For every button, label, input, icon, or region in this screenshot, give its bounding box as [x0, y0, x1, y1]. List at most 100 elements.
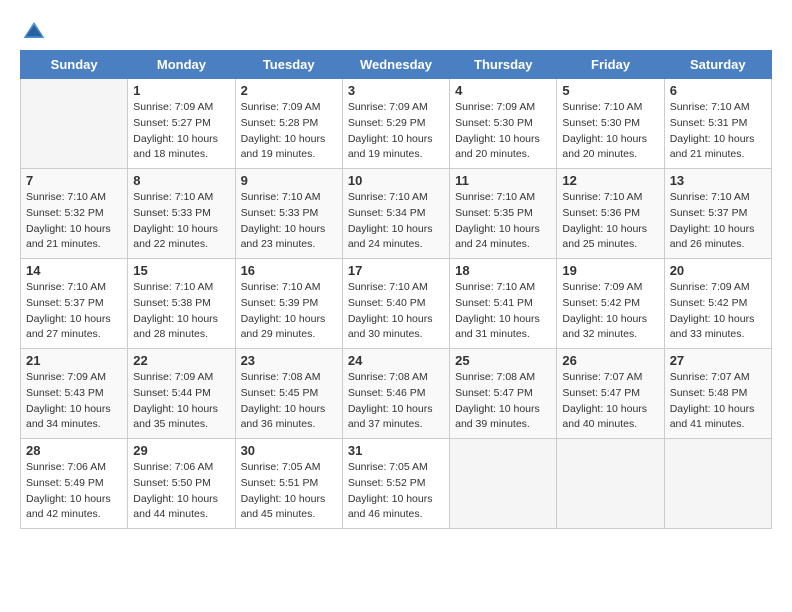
day-info: Sunrise: 7:10 AM Sunset: 5:33 PM Dayligh… [241, 190, 337, 253]
calendar-cell: 25 Sunrise: 7:08 AM Sunset: 5:47 PM Dayli… [450, 349, 557, 439]
day-number: 29 [133, 443, 229, 458]
calendar-cell: 12 Sunrise: 7:10 AM Sunset: 5:36 PM Dayli… [557, 169, 664, 259]
day-number: 15 [133, 263, 229, 278]
calendar-cell [557, 439, 664, 529]
day-number: 9 [241, 173, 337, 188]
day-number: 12 [562, 173, 658, 188]
calendar-cell: 1 Sunrise: 7:09 AM Sunset: 5:27 PM Daylig… [128, 79, 235, 169]
day-number: 18 [455, 263, 551, 278]
header [20, 20, 772, 40]
calendar-cell: 5 Sunrise: 7:10 AM Sunset: 5:30 PM Daylig… [557, 79, 664, 169]
header-cell-wednesday: Wednesday [342, 51, 449, 79]
week-row-5: 28 Sunrise: 7:06 AM Sunset: 5:49 PM Dayli… [21, 439, 772, 529]
day-number: 4 [455, 83, 551, 98]
day-info: Sunrise: 7:10 AM Sunset: 5:37 PM Dayligh… [26, 280, 122, 343]
calendar-cell: 19 Sunrise: 7:09 AM Sunset: 5:42 PM Dayli… [557, 259, 664, 349]
day-number: 17 [348, 263, 444, 278]
day-info: Sunrise: 7:05 AM Sunset: 5:51 PM Dayligh… [241, 460, 337, 523]
calendar-cell: 10 Sunrise: 7:10 AM Sunset: 5:34 PM Dayli… [342, 169, 449, 259]
day-info: Sunrise: 7:06 AM Sunset: 5:50 PM Dayligh… [133, 460, 229, 523]
day-info: Sunrise: 7:08 AM Sunset: 5:47 PM Dayligh… [455, 370, 551, 433]
day-info: Sunrise: 7:09 AM Sunset: 5:29 PM Dayligh… [348, 100, 444, 163]
calendar-cell: 3 Sunrise: 7:09 AM Sunset: 5:29 PM Daylig… [342, 79, 449, 169]
calendar-cell: 17 Sunrise: 7:10 AM Sunset: 5:40 PM Dayli… [342, 259, 449, 349]
day-number: 2 [241, 83, 337, 98]
calendar-cell [21, 79, 128, 169]
calendar-table: SundayMondayTuesdayWednesdayThursdayFrid… [20, 50, 772, 529]
day-info: Sunrise: 7:10 AM Sunset: 5:41 PM Dayligh… [455, 280, 551, 343]
day-info: Sunrise: 7:08 AM Sunset: 5:46 PM Dayligh… [348, 370, 444, 433]
day-info: Sunrise: 7:09 AM Sunset: 5:42 PM Dayligh… [562, 280, 658, 343]
calendar-cell: 9 Sunrise: 7:10 AM Sunset: 5:33 PM Daylig… [235, 169, 342, 259]
header-cell-friday: Friday [557, 51, 664, 79]
calendar-body: 1 Sunrise: 7:09 AM Sunset: 5:27 PM Daylig… [21, 79, 772, 529]
day-number: 3 [348, 83, 444, 98]
week-row-3: 14Sunrise: 7:10 AM Sunset: 5:37 PM Dayli… [21, 259, 772, 349]
day-number: 21 [26, 353, 122, 368]
day-number: 22 [133, 353, 229, 368]
day-info: Sunrise: 7:10 AM Sunset: 5:32 PM Dayligh… [26, 190, 122, 253]
calendar-cell: 29 Sunrise: 7:06 AM Sunset: 5:50 PM Dayli… [128, 439, 235, 529]
day-info: Sunrise: 7:08 AM Sunset: 5:45 PM Dayligh… [241, 370, 337, 433]
day-number: 27 [670, 353, 766, 368]
calendar-cell: 16Sunrise: 7:10 AM Sunset: 5:39 PM Dayli… [235, 259, 342, 349]
day-info: Sunrise: 7:09 AM Sunset: 5:43 PM Dayligh… [26, 370, 122, 433]
calendar-cell: 18 Sunrise: 7:10 AM Sunset: 5:41 PM Dayli… [450, 259, 557, 349]
day-number: 5 [562, 83, 658, 98]
day-number: 23 [241, 353, 337, 368]
calendar-cell: 26 Sunrise: 7:07 AM Sunset: 5:47 PM Dayli… [557, 349, 664, 439]
day-info: Sunrise: 7:10 AM Sunset: 5:31 PM Dayligh… [670, 100, 766, 163]
day-number: 26 [562, 353, 658, 368]
day-number: 24 [348, 353, 444, 368]
logo-icon [22, 20, 46, 40]
day-number: 16 [241, 263, 337, 278]
day-number: 1 [133, 83, 229, 98]
day-number: 25 [455, 353, 551, 368]
day-info: Sunrise: 7:10 AM Sunset: 5:30 PM Dayligh… [562, 100, 658, 163]
calendar-cell: 23 Sunrise: 7:08 AM Sunset: 5:45 PM Dayli… [235, 349, 342, 439]
day-info: Sunrise: 7:10 AM Sunset: 5:40 PM Dayligh… [348, 280, 444, 343]
header-cell-tuesday: Tuesday [235, 51, 342, 79]
day-info: Sunrise: 7:10 AM Sunset: 5:33 PM Dayligh… [133, 190, 229, 253]
calendar-cell: 30 Sunrise: 7:05 AM Sunset: 5:51 PM Dayli… [235, 439, 342, 529]
calendar-cell: 20 Sunrise: 7:09 AM Sunset: 5:42 PM Dayli… [664, 259, 771, 349]
day-info: Sunrise: 7:10 AM Sunset: 5:36 PM Dayligh… [562, 190, 658, 253]
day-number: 11 [455, 173, 551, 188]
calendar-cell: 8Sunrise: 7:10 AM Sunset: 5:33 PM Daylig… [128, 169, 235, 259]
day-info: Sunrise: 7:10 AM Sunset: 5:35 PM Dayligh… [455, 190, 551, 253]
day-number: 31 [348, 443, 444, 458]
day-number: 7 [26, 173, 122, 188]
header-cell-sunday: Sunday [21, 51, 128, 79]
day-info: Sunrise: 7:09 AM Sunset: 5:28 PM Dayligh… [241, 100, 337, 163]
day-info: Sunrise: 7:10 AM Sunset: 5:34 PM Dayligh… [348, 190, 444, 253]
day-number: 30 [241, 443, 337, 458]
day-info: Sunrise: 7:10 AM Sunset: 5:37 PM Dayligh… [670, 190, 766, 253]
day-info: Sunrise: 7:06 AM Sunset: 5:49 PM Dayligh… [26, 460, 122, 523]
day-number: 10 [348, 173, 444, 188]
day-info: Sunrise: 7:07 AM Sunset: 5:48 PM Dayligh… [670, 370, 766, 433]
header-cell-saturday: Saturday [664, 51, 771, 79]
calendar-cell: 7 Sunrise: 7:10 AM Sunset: 5:32 PM Daylig… [21, 169, 128, 259]
day-info: Sunrise: 7:09 AM Sunset: 5:30 PM Dayligh… [455, 100, 551, 163]
day-info: Sunrise: 7:09 AM Sunset: 5:44 PM Dayligh… [133, 370, 229, 433]
day-info: Sunrise: 7:07 AM Sunset: 5:47 PM Dayligh… [562, 370, 658, 433]
day-number: 13 [670, 173, 766, 188]
calendar-cell [450, 439, 557, 529]
header-row: SundayMondayTuesdayWednesdayThursdayFrid… [21, 51, 772, 79]
header-cell-thursday: Thursday [450, 51, 557, 79]
day-number: 6 [670, 83, 766, 98]
calendar-cell: 6 Sunrise: 7:10 AM Sunset: 5:31 PM Daylig… [664, 79, 771, 169]
day-number: 20 [670, 263, 766, 278]
calendar-cell: 11 Sunrise: 7:10 AM Sunset: 5:35 PM Dayli… [450, 169, 557, 259]
calendar-cell: 4 Sunrise: 7:09 AM Sunset: 5:30 PM Daylig… [450, 79, 557, 169]
week-row-1: 1 Sunrise: 7:09 AM Sunset: 5:27 PM Daylig… [21, 79, 772, 169]
day-number: 28 [26, 443, 122, 458]
day-info: Sunrise: 7:09 AM Sunset: 5:42 PM Dayligh… [670, 280, 766, 343]
day-info: Sunrise: 7:09 AM Sunset: 5:27 PM Dayligh… [133, 100, 229, 163]
calendar-cell: 15Sunrise: 7:10 AM Sunset: 5:38 PM Dayli… [128, 259, 235, 349]
calendar-cell: 28 Sunrise: 7:06 AM Sunset: 5:49 PM Dayli… [21, 439, 128, 529]
calendar-cell: 31Sunrise: 7:05 AM Sunset: 5:52 PM Dayli… [342, 439, 449, 529]
day-number: 19 [562, 263, 658, 278]
calendar-cell: 13 Sunrise: 7:10 AM Sunset: 5:37 PM Dayli… [664, 169, 771, 259]
calendar-cell [664, 439, 771, 529]
